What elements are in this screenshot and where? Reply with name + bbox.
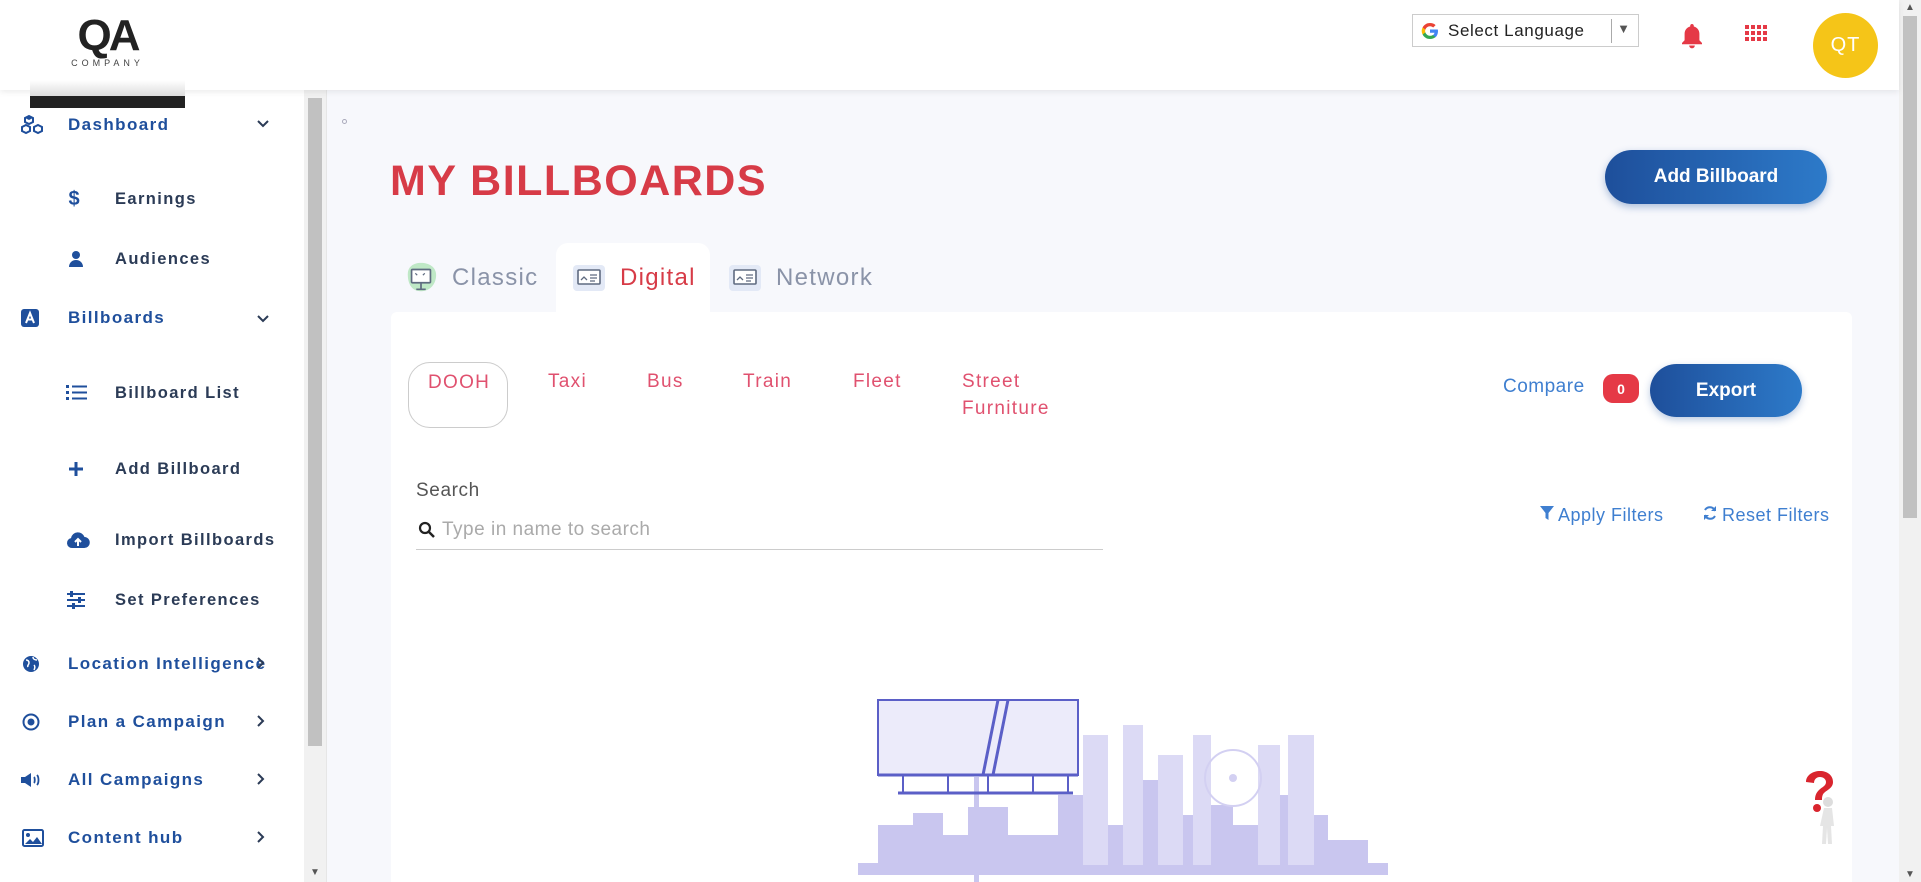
sidebar-item-label: Add Billboard: [115, 459, 242, 478]
apps-grid-icon[interactable]: [1745, 25, 1769, 45]
digital-screen-icon: [572, 261, 606, 295]
scroll-up-arrow-icon[interactable]: ▲: [1905, 2, 1915, 13]
target-icon: [19, 710, 43, 734]
scroll-down-arrow-icon[interactable]: ▼: [310, 867, 320, 878]
sidebar-item-earnings[interactable]: $ Earnings: [0, 184, 290, 214]
reset-filters-link[interactable]: Reset Filters: [1702, 505, 1830, 526]
chevron-right-icon: [256, 828, 266, 849]
chevron-right-icon: [256, 770, 266, 791]
tab-label: Network: [776, 264, 874, 291]
logo-banner-strip: [30, 80, 185, 108]
sidebar-item-label: Dashboard: [68, 115, 170, 134]
tab-label: Classic: [452, 264, 539, 291]
chevron-down-icon: [256, 308, 270, 329]
logo-mark: QA: [77, 11, 141, 60]
refresh-icon: [1702, 505, 1718, 526]
subtab-dooh[interactable]: DOOH: [428, 369, 490, 396]
classic-billboard-icon: [404, 261, 438, 295]
cloud-upload-icon: [66, 528, 90, 552]
apply-filters-link[interactable]: Apply Filters: [1540, 505, 1664, 526]
sidebar-item-billboards[interactable]: Billboards: [0, 303, 290, 333]
page-scrollbar-thumb[interactable]: [1903, 16, 1917, 518]
sidebar-item-import-billboards[interactable]: Import Billboards: [0, 525, 290, 555]
caret-down-icon: ▼: [1617, 21, 1630, 36]
globe-icon: [19, 652, 43, 676]
sidebar-item-all-campaigns[interactable]: All Campaigns: [0, 765, 290, 795]
search-icon: [418, 521, 436, 539]
language-select[interactable]: Select Language ▼: [1412, 14, 1639, 47]
compare-count-badge: 0: [1603, 374, 1639, 403]
sidebar-item-label: Billboard List: [115, 383, 241, 402]
sidebar-item-audiences[interactable]: Audiences: [0, 244, 290, 274]
sidebar-item-dashboard[interactable]: Dashboard: [0, 110, 290, 140]
chevron-right-icon: [256, 712, 266, 733]
language-label: Select Language: [1448, 20, 1585, 40]
image-icon: [21, 826, 45, 850]
user-avatar[interactable]: QT: [1813, 13, 1878, 78]
subtab-bus[interactable]: Bus: [647, 368, 684, 395]
sidebar-item-label: Plan a Campaign: [68, 712, 226, 731]
sidebar-scrollbar[interactable]: ▼: [304, 90, 326, 882]
sidebar-item-content-hub[interactable]: Content hub: [0, 823, 290, 853]
user-icon: [64, 247, 88, 271]
add-billboard-button[interactable]: Add Billboard: [1605, 150, 1827, 204]
sidebar-item-billboard-list[interactable]: Billboard List: [0, 378, 290, 408]
company-logo[interactable]: QA COMPANY: [30, 14, 185, 108]
subtab-train[interactable]: Train: [743, 368, 792, 395]
sidebar-item-label: Billboards: [68, 308, 166, 327]
decorative-dot: [342, 119, 347, 124]
language-separator: [1611, 19, 1612, 43]
sidebar-item-plan-campaign[interactable]: Plan a Campaign: [0, 707, 290, 737]
filter-icon: [1540, 505, 1554, 526]
top-header: QA COMPANY Select Language ▼ QT: [0, 0, 1899, 108]
sidebar-divider: [326, 90, 327, 882]
sidebar-scrollbar-thumb[interactable]: [308, 98, 322, 746]
sidebar-item-label: Set Preferences: [115, 590, 261, 609]
sidebar: Dashboard $ Earnings Audiences Billboard…: [0, 90, 304, 882]
subtab-fleet[interactable]: Fleet: [853, 368, 902, 395]
export-button[interactable]: Export: [1650, 364, 1802, 417]
compare-link[interactable]: Compare: [1503, 376, 1585, 398]
sidebar-item-label: Earnings: [115, 189, 197, 208]
sidebar-item-label: All Campaigns: [68, 770, 205, 789]
sidebar-item-label: Import Billboards: [115, 530, 276, 549]
billboard-a-icon: [18, 306, 42, 330]
search-input[interactable]: [442, 515, 1092, 545]
sidebar-item-set-preferences[interactable]: Set Preferences: [0, 585, 290, 615]
sidebar-item-label: Location Intelligence: [68, 654, 267, 673]
tab-digital[interactable]: Digital: [556, 243, 710, 313]
empty-billboard-illustration: [858, 699, 1388, 882]
network-screen-icon: [728, 261, 762, 295]
chevron-down-icon: [256, 116, 270, 134]
megaphone-icon: [19, 768, 43, 792]
sidebar-item-label: Audiences: [115, 249, 212, 268]
logo-subtitle: COMPANY: [71, 58, 144, 68]
reset-filters-label: Reset Filters: [1722, 505, 1830, 525]
chevron-right-icon: [256, 654, 266, 675]
sidebar-item-add-billboard[interactable]: Add Billboard: [0, 454, 290, 484]
plus-icon: [64, 457, 88, 481]
apply-filters-label: Apply Filters: [1558, 505, 1664, 525]
sidebar-item-label: Content hub: [68, 828, 184, 847]
dollar-icon: $: [68, 187, 80, 210]
subtab-taxi[interactable]: Taxi: [548, 368, 587, 395]
list-icon: [65, 381, 89, 405]
subtab-label-line2: Furniture: [962, 398, 1050, 419]
help-question-icon[interactable]: [1800, 770, 1842, 846]
cubes-icon: [21, 113, 45, 137]
scroll-down-arrow-icon[interactable]: ▼: [1905, 869, 1915, 880]
page-title: MY BILLBOARDS: [390, 157, 768, 205]
sidebar-item-location-intelligence[interactable]: Location Intelligence: [0, 649, 290, 679]
subtab-street-furniture[interactable]: Street Furniture: [962, 368, 1050, 422]
notification-bell-icon[interactable]: [1679, 22, 1705, 50]
search-field: [416, 511, 1103, 550]
tab-network[interactable]: Network: [728, 243, 873, 313]
sliders-icon: [64, 588, 88, 612]
page-scrollbar[interactable]: ▲ ▼: [1899, 0, 1921, 882]
google-icon: [1419, 20, 1441, 42]
search-label: Search: [416, 480, 480, 501]
tab-label: Digital: [620, 264, 696, 291]
tab-classic[interactable]: Classic: [404, 243, 538, 313]
subtab-label-line1: Street: [962, 371, 1021, 392]
